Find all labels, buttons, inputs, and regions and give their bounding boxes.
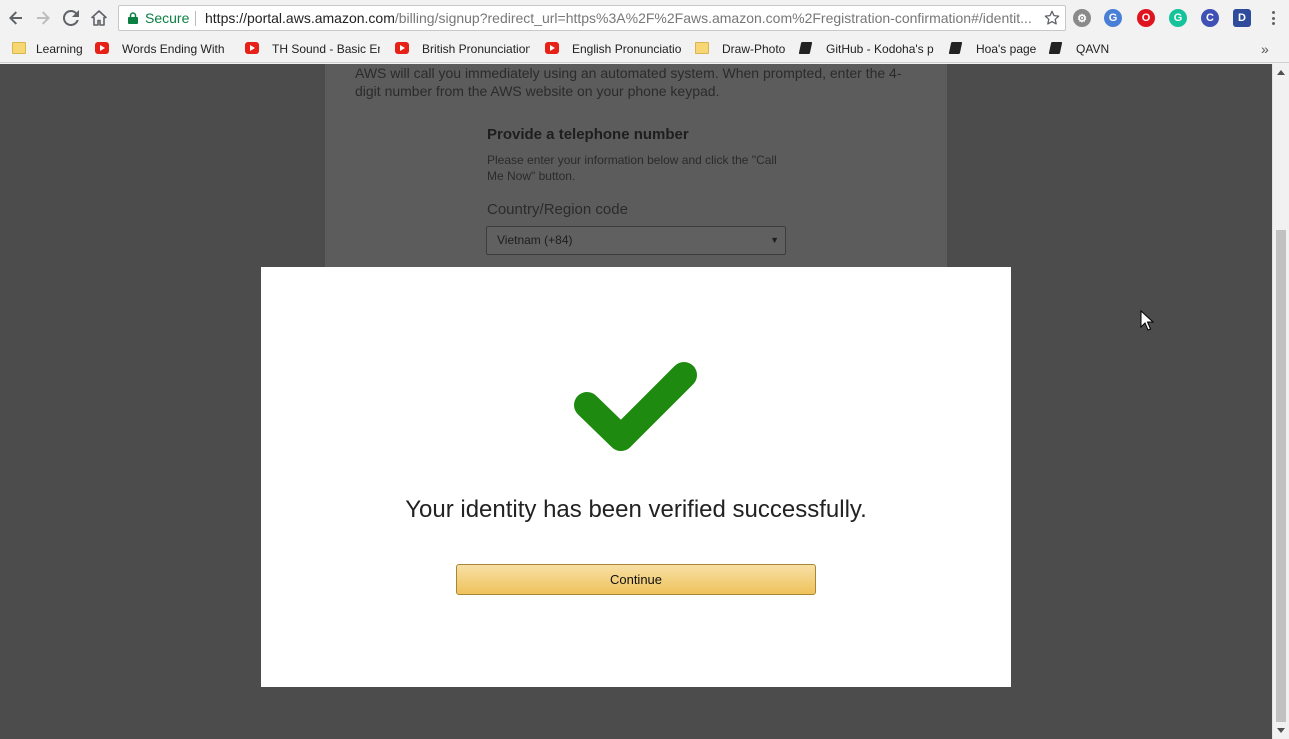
book-icon (1048, 42, 1063, 54)
folder-icon (695, 42, 709, 54)
youtube-icon (395, 42, 409, 54)
url-text[interactable]: https://portal.aws.amazon.com/billing/si… (205, 6, 1033, 30)
book-icon (948, 42, 963, 54)
scroll-down-arrow-icon[interactable] (1277, 728, 1285, 733)
bookmark-item[interactable]: Learning (36, 41, 84, 57)
opera-icon[interactable]: O (1137, 9, 1155, 27)
menu-dot-icon (1271, 22, 1275, 25)
browser-menu-button[interactable] (1266, 9, 1280, 27)
more-bookmarks-chevron-icon[interactable]: » (1261, 41, 1269, 57)
country-region-label: Country/Region code (487, 201, 628, 218)
youtube-icon (245, 42, 259, 54)
browser-toolbar: Secure https://portal.aws.amazon.com/bil… (0, 0, 1289, 36)
success-message: Your identity has been verified successf… (405, 496, 867, 523)
country-region-select[interactable]: Vietnam (+84) ▼ (486, 226, 786, 255)
bookmark-star-icon[interactable] (1044, 10, 1060, 26)
home-icon (91, 10, 107, 26)
settings-extension-icon[interactable]: ⚙ (1073, 9, 1091, 27)
bookmark-item[interactable]: English Pronunciatio (572, 41, 682, 57)
dropdown-arrow-icon: ▼ (770, 235, 779, 245)
bookmark-item[interactable]: British Pronunciation (422, 41, 530, 57)
youtube-icon (95, 42, 109, 54)
url-host: https://portal.aws.amazon.com (205, 10, 395, 26)
bookmarks-bar: Learning Words Ending With TH Sound - Bas… (0, 36, 1289, 63)
page-scrollbar[interactable] (1272, 64, 1289, 739)
provide-phone-description: Please enter your information below and … (487, 153, 777, 183)
url-path: /billing/signup?redirect_url=https%3A%2F… (394, 10, 1032, 26)
scroll-up-arrow-icon[interactable] (1277, 70, 1285, 75)
forward-button[interactable] (32, 7, 54, 29)
omnibox-separator (195, 11, 196, 26)
google-translate-icon[interactable]: G (1104, 9, 1122, 27)
mouse-cursor-icon (1140, 310, 1154, 331)
verification-success-modal: Your identity has been verified successf… (261, 267, 1011, 687)
page-viewport: AWS will call you immediately using an a… (0, 64, 1272, 739)
bookmark-item[interactable]: Hoa's page (976, 41, 1038, 57)
extension-d-icon[interactable]: D (1233, 9, 1251, 27)
menu-dot-icon (1271, 11, 1275, 14)
checkmark-icon (574, 362, 697, 451)
menu-dot-icon (1271, 16, 1275, 20)
scrollbar-thumb[interactable] (1276, 230, 1286, 722)
intro-text: AWS will call you immediately using an a… (355, 65, 902, 99)
bookmark-item[interactable]: QAVN (1076, 41, 1116, 57)
reload-icon (63, 10, 79, 26)
signup-card: AWS will call you immediately using an a… (325, 64, 947, 267)
back-arrow-icon (9, 11, 22, 25)
country-select-value: Vietnam (+84) (497, 233, 573, 247)
book-icon (798, 42, 813, 54)
youtube-icon (545, 42, 559, 54)
home-button[interactable] (88, 7, 110, 29)
provide-phone-title: Provide a telephone number (487, 126, 689, 143)
forward-arrow-icon (37, 11, 50, 25)
bookmark-item[interactable]: Draw-Photo (722, 41, 792, 57)
lock-icon (128, 12, 138, 24)
bookmark-item[interactable]: TH Sound - Basic En (272, 41, 380, 57)
bookmark-item[interactable]: Words Ending With (122, 41, 232, 57)
grammarly-icon[interactable]: G (1169, 9, 1187, 27)
folder-icon (12, 42, 26, 54)
back-button[interactable] (5, 7, 27, 29)
reload-button[interactable] (60, 7, 82, 29)
bookmark-item[interactable]: GitHub - Kodoha's p (826, 41, 936, 57)
address-bar[interactable]: Secure https://portal.aws.amazon.com/bil… (118, 5, 1066, 31)
secure-label: Secure (145, 10, 190, 26)
continue-button[interactable]: Continue (456, 564, 816, 595)
extension-c-icon[interactable]: C (1201, 9, 1219, 27)
